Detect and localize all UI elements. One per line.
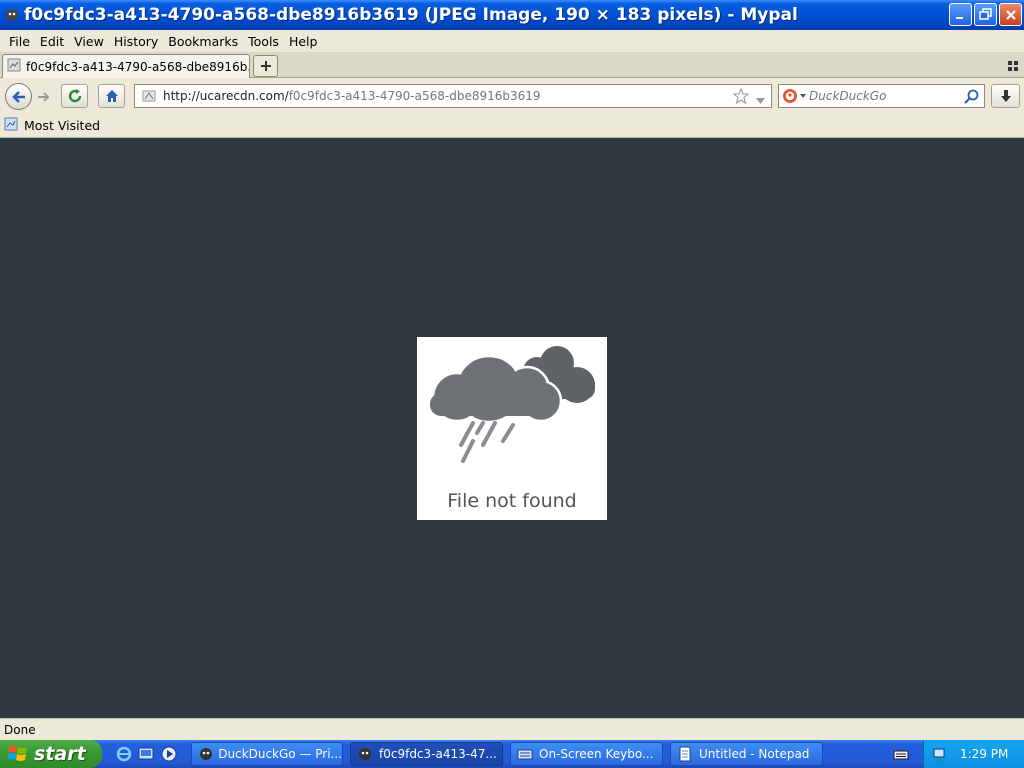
status-text: Done xyxy=(4,722,36,737)
restore-button[interactable] xyxy=(974,3,997,26)
start-button[interactable]: start xyxy=(0,740,102,768)
menu-file[interactable]: File xyxy=(4,34,35,49)
show-desktop-quicklaunch-icon[interactable] xyxy=(137,745,155,763)
tab-strip: f0c9fdc3-a413-4790-a568-dbe8916b... xyxy=(0,52,1024,78)
search-input[interactable] xyxy=(809,89,949,103)
taskbar-item-notepad[interactable]: Untitled - Notepad xyxy=(670,742,823,766)
most-visited-bookmark[interactable]: Most Visited xyxy=(24,118,100,133)
keyboard-icon xyxy=(517,749,533,760)
list-all-tabs-icon[interactable] xyxy=(1008,60,1018,71)
back-button[interactable] xyxy=(5,83,32,110)
start-label: start xyxy=(34,743,86,765)
keyboard-tray-icon[interactable] xyxy=(893,746,909,762)
forward-button[interactable] xyxy=(34,87,54,107)
taskbar-item-duckduckgo[interactable]: DuckDuckGo — Pri... xyxy=(191,742,343,766)
reload-button[interactable] xyxy=(61,84,88,108)
notepad-icon xyxy=(679,746,691,762)
home-button[interactable] xyxy=(98,84,125,108)
download-arrow-icon xyxy=(1000,90,1011,102)
tab-current-image[interactable]: f0c9fdc3-a413-4790-a568-dbe8916b... xyxy=(2,54,250,78)
media-player-quicklaunch-icon[interactable] xyxy=(160,745,178,763)
search-bar[interactable] xyxy=(778,84,985,108)
page-content: File not found xyxy=(0,139,1024,718)
duckduckgo-icon xyxy=(783,89,797,103)
mypal-task-icon xyxy=(359,748,371,760)
system-clock[interactable]: 1:29 PM xyxy=(960,747,1008,761)
search-engine-selector[interactable] xyxy=(779,85,809,107)
system-tray: 1:29 PM xyxy=(923,740,1024,768)
windows-taskbar: start DuckDuckGo — Pri... f0c9fdc3-a413-… xyxy=(0,740,1024,768)
bookmarks-toolbar: Most Visited xyxy=(0,114,1024,138)
status-bar: Done xyxy=(0,718,1024,740)
url-host: http://ucarecdn.com/ xyxy=(163,89,289,103)
url-history-dropdown-icon[interactable] xyxy=(756,93,765,107)
internet-explorer-quicklaunch-icon[interactable] xyxy=(115,745,133,763)
forward-arrow-icon xyxy=(38,92,50,102)
reload-icon xyxy=(68,89,81,103)
menu-bookmarks[interactable]: Bookmarks xyxy=(163,34,243,49)
bookmark-star-icon[interactable] xyxy=(732,87,750,107)
menu-history[interactable]: History xyxy=(109,34,163,49)
mypal-app-icon[interactable] xyxy=(4,7,20,23)
title-bar: f0c9fdc3-a413-4790-a568-dbe8916b3619 (JP… xyxy=(0,0,1024,30)
plus-icon xyxy=(260,61,271,71)
taskbar-item-on-screen-keyboard[interactable]: On-Screen Keybo... xyxy=(510,742,663,766)
menu-view[interactable]: View xyxy=(69,34,109,49)
navigation-toolbar: http://ucarecdn.com/f0c9fdc3-a413-4790-a… xyxy=(0,78,1024,114)
site-identity-icon[interactable] xyxy=(141,88,157,104)
most-visited-icon xyxy=(4,117,18,134)
home-icon xyxy=(105,90,118,102)
taskbar-item-image-tab[interactable]: f0c9fdc3-a413-47... xyxy=(350,742,503,766)
minimize-button[interactable] xyxy=(949,3,972,26)
windows-logo-icon xyxy=(8,746,27,761)
menu-tools[interactable]: Tools xyxy=(243,34,284,49)
window-title: f0c9fdc3-a413-4790-a568-dbe8916b3619 (JP… xyxy=(24,5,798,25)
menu-edit[interactable]: Edit xyxy=(35,34,69,49)
tab-favicon-icon xyxy=(7,58,21,75)
new-tab-button[interactable] xyxy=(253,55,278,77)
menu-bar: File Edit View History Bookmarks Tools H… xyxy=(0,30,1024,52)
close-button[interactable] xyxy=(999,3,1022,26)
url-path: f0c9fdc3-a413-4790-a568-dbe8916b3619 xyxy=(288,89,541,103)
search-magnifier-icon[interactable] xyxy=(964,89,979,107)
downloads-button[interactable] xyxy=(991,84,1020,108)
network-tray-icon[interactable] xyxy=(932,746,948,762)
mypal-task-icon xyxy=(200,748,212,760)
file-not-found-text: File not found xyxy=(447,490,577,512)
back-arrow-icon xyxy=(11,90,25,103)
displayed-image[interactable]: File not found xyxy=(417,337,607,520)
menu-help[interactable]: Help xyxy=(284,34,323,49)
url-bar[interactable]: http://ucarecdn.com/f0c9fdc3-a413-4790-a… xyxy=(134,84,772,108)
tab-label: f0c9fdc3-a413-4790-a568-dbe8916b... xyxy=(26,59,249,74)
